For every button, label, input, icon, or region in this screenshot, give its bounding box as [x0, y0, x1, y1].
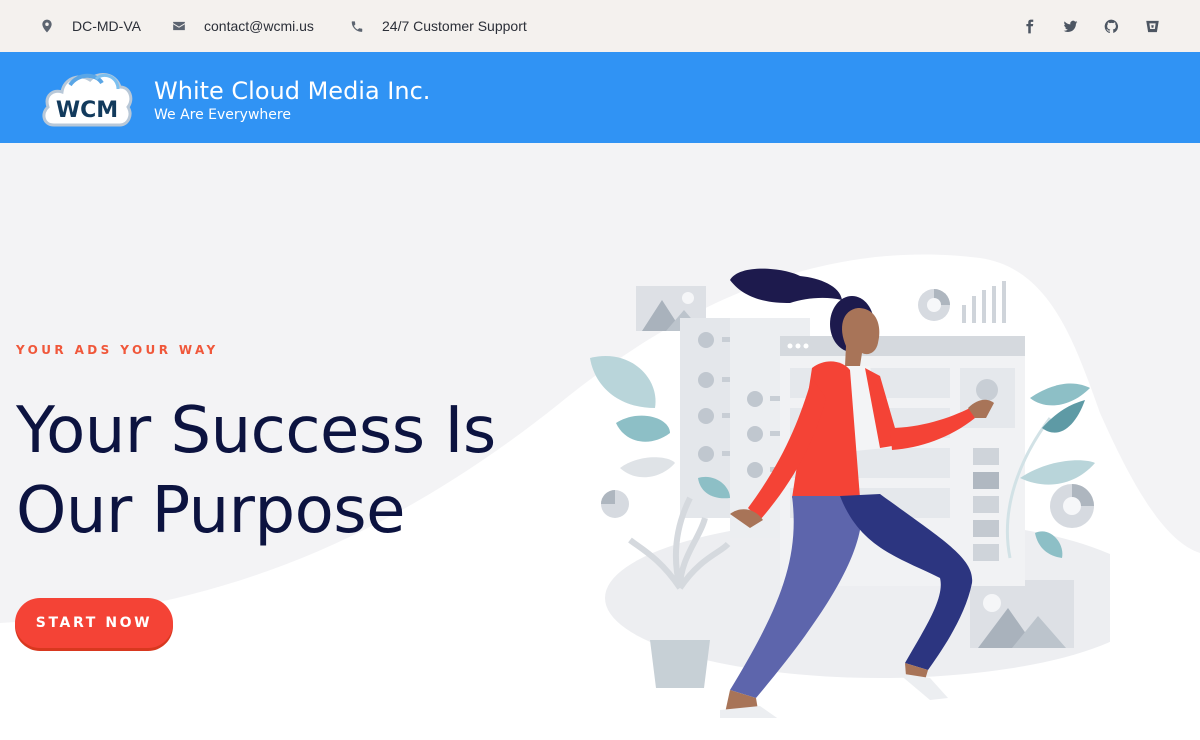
support-text: 24/7 Customer Support [382, 18, 527, 34]
headline-line-2: Our Purpose [16, 474, 405, 548]
map-marker-icon [42, 19, 52, 33]
email-info[interactable]: contact@wcmi.us [172, 0, 314, 52]
logo-text: WCM [56, 98, 118, 123]
bar-chart-icon [962, 281, 1006, 323]
facebook-icon [1026, 19, 1034, 33]
hero-section: YOUR ADS YOUR WAY Your Success Is Our Pu… [0, 143, 1200, 740]
hero-illustration [590, 268, 1110, 718]
github-icon [1104, 19, 1119, 33]
social-links [1022, 0, 1160, 52]
envelope-icon [173, 21, 185, 31]
headline-line-1: Your Success Is [16, 394, 496, 468]
hero-headline: Your Success Is Our Purpose [16, 391, 496, 551]
picture-frame-icon [970, 580, 1074, 648]
pie-chart-icon [601, 490, 629, 518]
support-info: 24/7 Customer Support [350, 0, 527, 52]
company-name[interactable]: White Cloud Media Inc. [154, 77, 430, 105]
wcm-cloud-logo[interactable]: WCM [40, 65, 134, 131]
github-link[interactable] [1104, 19, 1119, 34]
phone-icon [351, 21, 363, 32]
email-link[interactable]: contact@wcmi.us [204, 18, 314, 34]
location-text: DC-MD-VA [72, 18, 141, 34]
company-tagline: We Are Everywhere [154, 107, 291, 123]
pie-chart-icon [918, 289, 950, 321]
hero-eyebrow: YOUR ADS YOUR WAY [16, 343, 219, 357]
twitter-icon [1063, 20, 1078, 32]
bitbucket-icon [1146, 20, 1159, 32]
pie-chart-icon [1050, 484, 1094, 528]
top-info-bar: DC-MD-VA contact@wcmi.us 24/7 Customer S… [0, 0, 1200, 52]
location-info: DC-MD-VA [40, 0, 141, 52]
twitter-link[interactable] [1063, 19, 1078, 34]
brand-header: WCM White Cloud Media Inc. We Are Everyw… [0, 52, 1200, 143]
bitbucket-link[interactable] [1145, 19, 1160, 34]
start-now-button[interactable]: START NOW [15, 598, 173, 648]
facebook-link[interactable] [1022, 19, 1037, 34]
